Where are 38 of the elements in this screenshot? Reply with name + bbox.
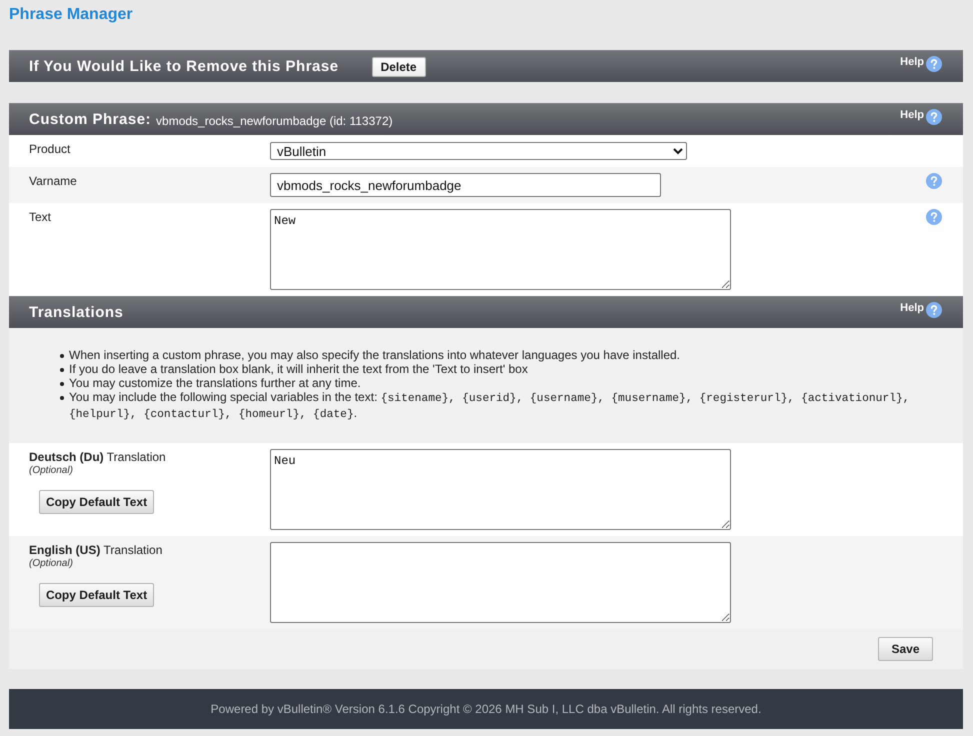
textarea-field[interactable]: New: [270, 209, 731, 290]
translation-label: English (US) Translation: [29, 542, 162, 558]
section-subtitle: vbmods_rocks_newforumbadge (id: 113372): [156, 112, 393, 128]
note-text: If you do leave a translation box blank, it will inherit the text from the 'Text to insert' box: [69, 362, 528, 376]
section-title: If You Would Like to Remove this Phrase: [29, 58, 339, 75]
note-text: When inserting a custom phrase, you may also specify the translations into whatever languages you have installed.: [69, 348, 680, 362]
optional-hint: (Optional): [29, 558, 73, 570]
field-label: Text: [29, 209, 52, 225]
help-link[interactable]: Help: [900, 56, 942, 72]
help-icon[interactable]: [926, 173, 942, 189]
translation-textarea[interactable]: [270, 542, 731, 623]
help-icon[interactable]: [926, 209, 942, 225]
translation-textarea[interactable]: Neu: [270, 449, 731, 530]
note-text: You may include the following special variables in the text: {sitename}, {userid}, {username}, {musername}, {registerurl}, {activationurl}, {helpurl}, {contacturl}, {homeurl}, {date}.: [69, 390, 911, 422]
note-text: You may customize the translations further at any time.: [69, 376, 361, 390]
save-button[interactable]: Save: [878, 637, 933, 661]
copy-default-text-button[interactable]: Copy Default Text: [39, 490, 154, 514]
help-icon: [926, 56, 942, 72]
help-link[interactable]: Help: [900, 302, 942, 318]
bullet-icon: [60, 368, 64, 372]
bullet-icon: [60, 382, 64, 386]
translation-label: Deutsch (Du) Translation: [29, 449, 166, 465]
field-label: Product: [29, 141, 72, 157]
help-icon: [926, 302, 942, 318]
help-icon: [926, 109, 942, 125]
bullet-icon: [60, 396, 64, 400]
section-title: Custom Phrase:: [29, 111, 152, 128]
text-input-field[interactable]: vbmods_rocks_newforumbadge: [270, 173, 661, 197]
optional-hint: (Optional): [29, 465, 73, 477]
copy-default-text-button[interactable]: Copy Default Text: [39, 583, 154, 607]
dropdown-field[interactable]: vBulletin: [270, 142, 687, 160]
page-title: Phrase Manager: [9, 5, 133, 25]
delete-button[interactable]: Delete: [372, 56, 426, 76]
help-link[interactable]: Help: [900, 109, 942, 125]
field-label: Varname: [29, 173, 78, 189]
section-title: Translations: [29, 304, 124, 321]
bullet-icon: [60, 354, 64, 358]
copyright-text: Powered by vBulletin® Version 6.1.6 Copyright © 2026 MH Sub I, LLC dba vBulletin. All rights reserved.: [210, 702, 762, 716]
